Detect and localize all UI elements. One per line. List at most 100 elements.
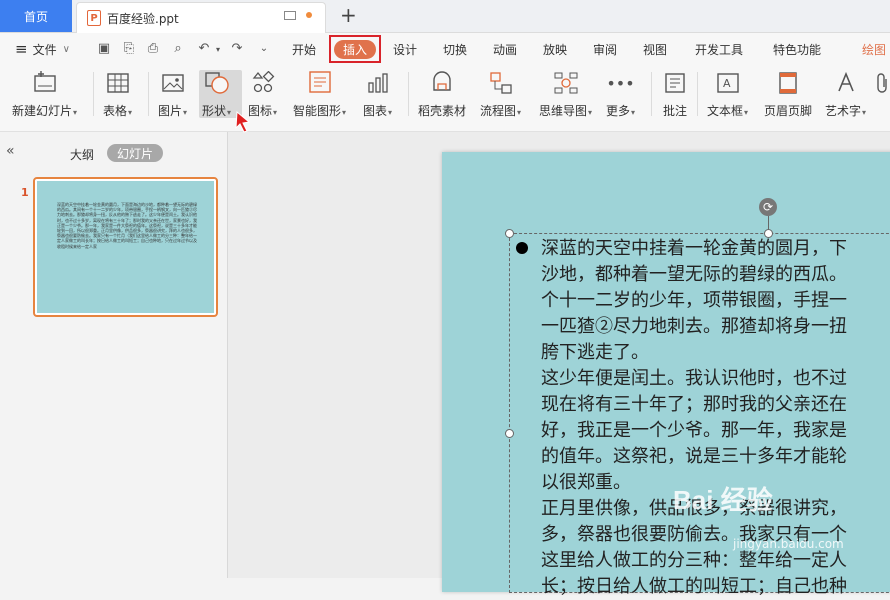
tab-design[interactable]: 设计	[393, 33, 417, 65]
table-button[interactable]: 表格▾	[103, 69, 132, 119]
chevron-down-icon: ∨	[62, 43, 70, 55]
hamburger-icon: ≡	[15, 40, 28, 58]
smart-shape-icon	[306, 69, 334, 97]
ppt-file-icon: P	[87, 10, 101, 26]
ribbon-separator	[408, 72, 409, 116]
more-label: 更多	[606, 104, 631, 118]
material-button[interactable]: 稻壳素材	[418, 69, 466, 119]
undo-dropdown-icon[interactable]: ▾	[211, 43, 225, 57]
mindmap-icon	[552, 69, 580, 97]
tab-slides[interactable]: 幻灯片	[107, 144, 163, 162]
tab-home[interactable]: 首页	[0, 0, 72, 32]
comment-label: 批注	[662, 104, 687, 118]
wordart-icon	[832, 69, 860, 97]
shape-label: 形状	[202, 104, 227, 118]
tab-view[interactable]: 视图	[643, 33, 667, 65]
tab-features[interactable]: 特色功能	[773, 33, 821, 65]
slide-number: 1	[21, 186, 29, 199]
customize-toolbar-icon[interactable]: ⌄	[257, 42, 271, 56]
tab-developer[interactable]: 开发工具	[695, 33, 743, 65]
tab-drawing[interactable]: 绘图	[862, 33, 886, 65]
text-line: 好，我正是一个少爷。那一年，我家是	[541, 420, 847, 441]
more-button[interactable]: ••• 更多▾	[606, 69, 635, 119]
text-line: 这少年便是闰土。我认识他时，也不过	[541, 368, 847, 389]
new-slide-button[interactable]: 新建幻灯片▾	[12, 69, 77, 119]
document-name: 百度经验.ppt	[107, 11, 179, 26]
comment-icon	[661, 69, 689, 97]
picture-button[interactable]: 图片▾	[158, 69, 187, 119]
header-footer-button[interactable]: 页眉页脚	[764, 69, 812, 119]
ribbon-separator	[148, 72, 149, 116]
textbox-icon: A	[714, 69, 742, 97]
shape-icon	[203, 69, 231, 97]
picture-icon	[159, 69, 187, 97]
print-preview-icon[interactable]: ⌕	[171, 42, 185, 56]
watermark-url: jingyan.baidu.com	[733, 537, 844, 551]
chart-icon	[364, 69, 392, 97]
slide-thumbnail-content: 深蓝的天空中挂着一轮金黄的圆月，下面是海边的沙地，都种着一望无际的碧绿的西瓜。其…	[37, 181, 214, 313]
text-line: 深蓝的天空中挂着一轮金黄的圆月，下	[541, 238, 847, 259]
shape-button[interactable]: 形状▾	[202, 69, 231, 119]
redo-icon[interactable]: ↷	[230, 42, 244, 56]
mindmap-button[interactable]: 思维导图▾	[539, 69, 592, 119]
text-line: 现在将有三十年了；那时我的父亲还在	[541, 394, 847, 415]
table-icon	[104, 69, 132, 97]
new-slide-icon	[31, 69, 59, 97]
rotate-handle-icon[interactable]: ⟳	[759, 198, 777, 216]
tab-animations[interactable]: 动画	[493, 33, 517, 65]
resize-handle-top-left[interactable]	[505, 229, 514, 238]
flowchart-label: 流程图	[480, 104, 517, 118]
chart-button[interactable]: 图表▾	[363, 69, 392, 119]
header-footer-icon	[774, 69, 802, 97]
watermark-logo: Bai 经验	[673, 485, 773, 515]
export-icon[interactable]: ⎘	[122, 42, 136, 56]
flowchart-button[interactable]: 流程图▾	[480, 69, 521, 119]
tab-outline[interactable]: 大纲	[70, 146, 94, 163]
more-icon: •••	[606, 73, 635, 93]
file-menu-label: 文件	[32, 42, 57, 57]
wordart-button[interactable]: 艺术字▾	[825, 69, 866, 119]
slide-thumbnail[interactable]: 深蓝的天空中挂着一轮金黄的圆月，下面是海边的沙地，都种着一望无际的碧绿的西瓜。其…	[33, 177, 218, 317]
chart-label: 图表	[363, 104, 388, 118]
attachment-icon	[876, 69, 890, 97]
tab-home-ribbon[interactable]: 开始	[292, 33, 316, 65]
tab-review[interactable]: 审阅	[593, 33, 617, 65]
bullet-icon	[516, 242, 528, 254]
text-line: 这里给人做工的分三种：整年给一定人	[541, 550, 847, 571]
ribbon-separator	[697, 72, 698, 116]
tab-slideshow[interactable]: 放映	[543, 33, 567, 65]
icons-gallery-icon	[249, 69, 277, 97]
tab-insert[interactable]: 插入	[334, 40, 376, 59]
picture-label: 图片	[158, 104, 183, 118]
textbox-label: 文本框	[707, 104, 744, 118]
svg-text:A: A	[723, 77, 731, 90]
mouse-cursor-icon	[235, 110, 251, 133]
comment-button[interactable]: 批注	[661, 69, 689, 119]
ribbon-separator	[651, 72, 652, 116]
text-line: 个十一二岁的少年，项带银圈，手捏一	[541, 290, 847, 311]
slide-thumbnail-text: 深蓝的天空中挂着一轮金黄的圆月，下面是海边的沙地，都种着一望无际的碧绿的西瓜。其…	[57, 202, 197, 249]
monitor-icon[interactable]	[284, 11, 296, 20]
save-icon[interactable]: ▣	[97, 42, 111, 56]
collapse-panel-button[interactable]: «	[6, 143, 15, 159]
print-icon[interactable]: ⎙	[146, 42, 160, 56]
textbox-button[interactable]: A 文本框▾	[707, 69, 748, 119]
wordart-label: 艺术字	[825, 104, 862, 118]
mindmap-label: 思维导图	[539, 104, 588, 118]
file-menu[interactable]: ≡ 文件 ∨	[15, 33, 70, 65]
ribbon-separator	[93, 72, 94, 116]
header-footer-label: 页眉页脚	[764, 104, 813, 118]
text-line: 的值年。这祭祀，说是三十多年才能轮	[541, 446, 847, 467]
smart-shape-button[interactable]: 智能图形▾	[293, 69, 346, 119]
undo-icon[interactable]: ↶	[197, 42, 211, 56]
material-label: 稻壳素材	[418, 104, 467, 118]
smart-shape-label: 智能图形	[293, 104, 342, 118]
new-tab-button[interactable]: +	[340, 3, 357, 27]
unsaved-dot-icon	[306, 12, 312, 18]
attachment-button[interactable]	[876, 69, 890, 97]
new-slide-label: 新建幻灯片	[12, 104, 73, 118]
resize-handle-left[interactable]	[505, 429, 514, 438]
tab-transitions[interactable]: 切换	[443, 33, 467, 65]
text-line: 一匹猹②尽力地刺去。那猹却将身一扭	[541, 316, 847, 337]
text-line: 胯下逃走了。	[541, 342, 649, 363]
